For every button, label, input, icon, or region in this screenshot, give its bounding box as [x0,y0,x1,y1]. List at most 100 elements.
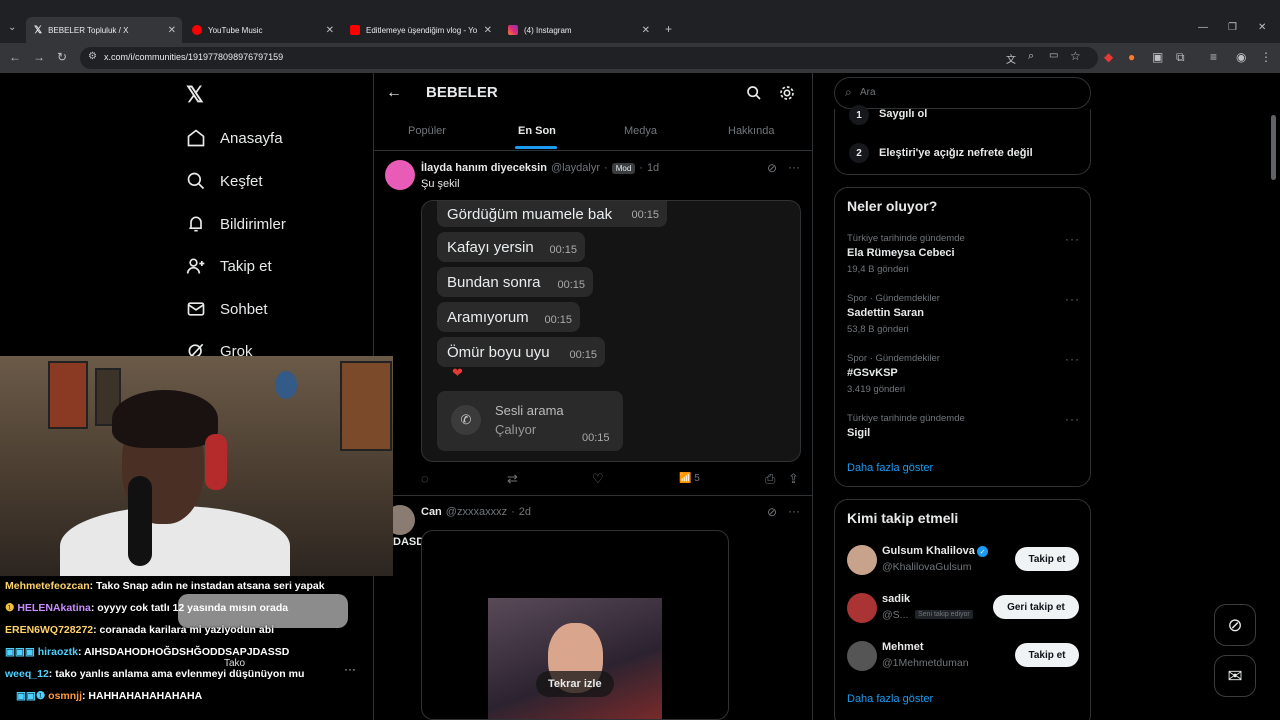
close-tab-icon[interactable]: ✕ [484,25,492,36]
tab-instagram[interactable]: (4) Instagram ✕ [500,17,656,43]
repost-icon[interactable]: ⇄ [507,471,518,487]
forward-icon[interactable]: → [33,50,45,64]
more-icon[interactable]: ··· [1065,352,1080,366]
rule-number: 2 [849,143,869,163]
messages-float-button[interactable]: ✉ [1214,655,1256,697]
gear-icon[interactable] [779,85,795,101]
follow-back-button[interactable]: Geri takip et [993,595,1079,619]
trend-name[interactable]: Ela Rümeysa Cebeci [847,247,955,259]
nav-notifications[interactable]: Bildirimler [186,209,286,239]
tab-youtube-music[interactable]: YouTube Music ✕ [184,17,340,43]
replay-button[interactable]: Tekrar izle [536,671,614,697]
minimize-icon[interactable]: — [1198,22,1208,33]
tab-youtube-vlog[interactable]: Editlemeye üşendiğim vlog - Yo ✕ [342,17,498,43]
tab-about[interactable]: Hakkında [728,125,774,137]
follows-you-badge: Seni takip ediyor [915,610,973,619]
like-icon[interactable]: ♡ [592,471,604,487]
follow-button[interactable]: Takip et [1015,547,1079,571]
follow-name[interactable]: Mehmet [882,641,924,653]
maximize-icon[interactable]: ❐ [1228,22,1237,33]
trend-count: 53,8 B gönderi [847,324,909,335]
tabs-divider [373,150,813,151]
rule-text: Eleştiri'ye açığız nefrete değil [879,147,1033,159]
x-logo-icon[interactable]: 𝕏 [186,82,204,108]
menu-icon[interactable]: ⋮ [1260,50,1272,64]
back-icon[interactable]: ← [9,50,21,64]
tab-media[interactable]: Medya [624,125,657,137]
chat-bubble: Gördüğüm muamele bak 00:15 [437,201,667,227]
grok-float-button[interactable]: ⊘ [1214,604,1256,646]
follow-name[interactable]: sadik [882,593,910,605]
chat-text: : coranada karilara mi yaziyodun abi [93,624,275,636]
trends-title: Neler oluyor? [847,198,938,214]
queue-icon[interactable]: ≡ [1210,50,1217,64]
author-name[interactable]: İlayda hanım diyeceksin [421,162,547,174]
trend-name[interactable]: Sadettin Saran [847,307,924,319]
nav-follow[interactable]: Takip et [186,251,272,281]
person-add-icon [186,258,205,274]
community-title: BEBELER [426,84,498,101]
bookmark-star-icon[interactable]: ☆ [1070,49,1081,63]
extension-red-icon[interactable]: ◆ [1104,50,1113,64]
nav-home[interactable]: Anasayfa [186,123,283,153]
tab-popular[interactable]: Popüler [408,125,446,137]
tab-latest[interactable]: En Son [518,125,556,137]
post-time[interactable]: 2d [519,506,531,518]
grok-icon[interactable]: ⊘ [767,505,777,519]
zoom-icon[interactable]: ⌕ [1028,50,1034,63]
search-icon[interactable] [746,85,762,101]
follow-name[interactable]: Gulsum Khalilova [882,545,975,557]
extension-icon[interactable]: ▣ [1152,50,1163,64]
author-handle[interactable]: @laydalyr [551,162,600,174]
grok-icon[interactable]: ⊘ [767,161,777,175]
scrollbar-thumb[interactable] [1271,115,1276,180]
more-icon[interactable]: ··· [788,504,800,518]
share-icon[interactable]: ⇪ [788,471,799,487]
bookmark-icon[interactable]: ⎙ [765,471,775,487]
views-count[interactable]: 📶 5 [679,473,700,484]
tab-x[interactable]: 𝕏 BEBELER Topluluk / X ✕ [26,17,182,43]
post-divider [373,495,813,496]
more-icon[interactable]: ··· [1065,232,1080,246]
post-header: Can @zxxxaxxxz · 2d [421,506,531,518]
more-icon[interactable]: ··· [788,160,800,174]
puzzle-icon[interactable]: ⧉ [1176,50,1185,65]
nav-explore[interactable]: Keşfet [186,166,263,196]
show-more-link[interactable]: Daha fazla göster [847,462,933,474]
chat-user: HELENAkatina [17,602,91,614]
search-input[interactable]: ⌕ Ara [834,77,1091,109]
new-tab-icon[interactable]: + [665,22,672,36]
close-tab-icon[interactable]: ✕ [642,25,650,36]
more-icon[interactable]: ··· [1065,412,1080,426]
trend-name[interactable]: #GSvKSP [847,367,898,379]
follow-button[interactable]: Takip et [1015,643,1079,667]
translate-icon[interactable]: 文 [1006,51,1016,66]
chat-user: osmnjj [48,690,83,702]
reply-icon[interactable]: ◌ [421,471,429,486]
avatar[interactable] [385,160,415,190]
more-icon[interactable]: ··· [344,662,356,676]
post-video[interactable]: Tekrar izle [421,530,729,720]
show-more-link[interactable]: Daha fazla göster [847,693,933,705]
cast-icon[interactable]: ▭ [1049,50,1058,61]
back-arrow-icon[interactable]: ← [386,84,402,102]
post-time[interactable]: 1d [647,162,659,174]
author-name[interactable]: Can [421,506,442,518]
tab-search-chevron-icon[interactable]: ⌄ [8,22,16,33]
profile-icon[interactable]: ◉ [1236,50,1246,64]
close-tab-icon[interactable]: ✕ [168,25,176,36]
close-tab-icon[interactable]: ✕ [326,25,334,36]
author-handle[interactable]: @zxxxaxxxz [446,506,507,518]
extension-orange-icon[interactable]: ● [1128,50,1135,64]
avatar[interactable] [847,641,877,671]
avatar[interactable] [847,593,877,623]
trend-name[interactable]: Sigil [847,427,870,439]
close-window-icon[interactable]: ✕ [1258,22,1266,33]
avatar[interactable] [847,545,877,575]
more-icon[interactable]: ··· [1065,292,1080,306]
reload-icon[interactable]: ↻ [57,50,67,64]
nav-chat[interactable]: Sohbet [186,294,268,324]
site-settings-icon[interactable]: ⚙ [88,51,97,62]
rule-number: 1 [849,105,869,125]
post-image[interactable]: Gördüğüm muamele bak 00:15 Kafayı yersin 0… [421,200,801,462]
